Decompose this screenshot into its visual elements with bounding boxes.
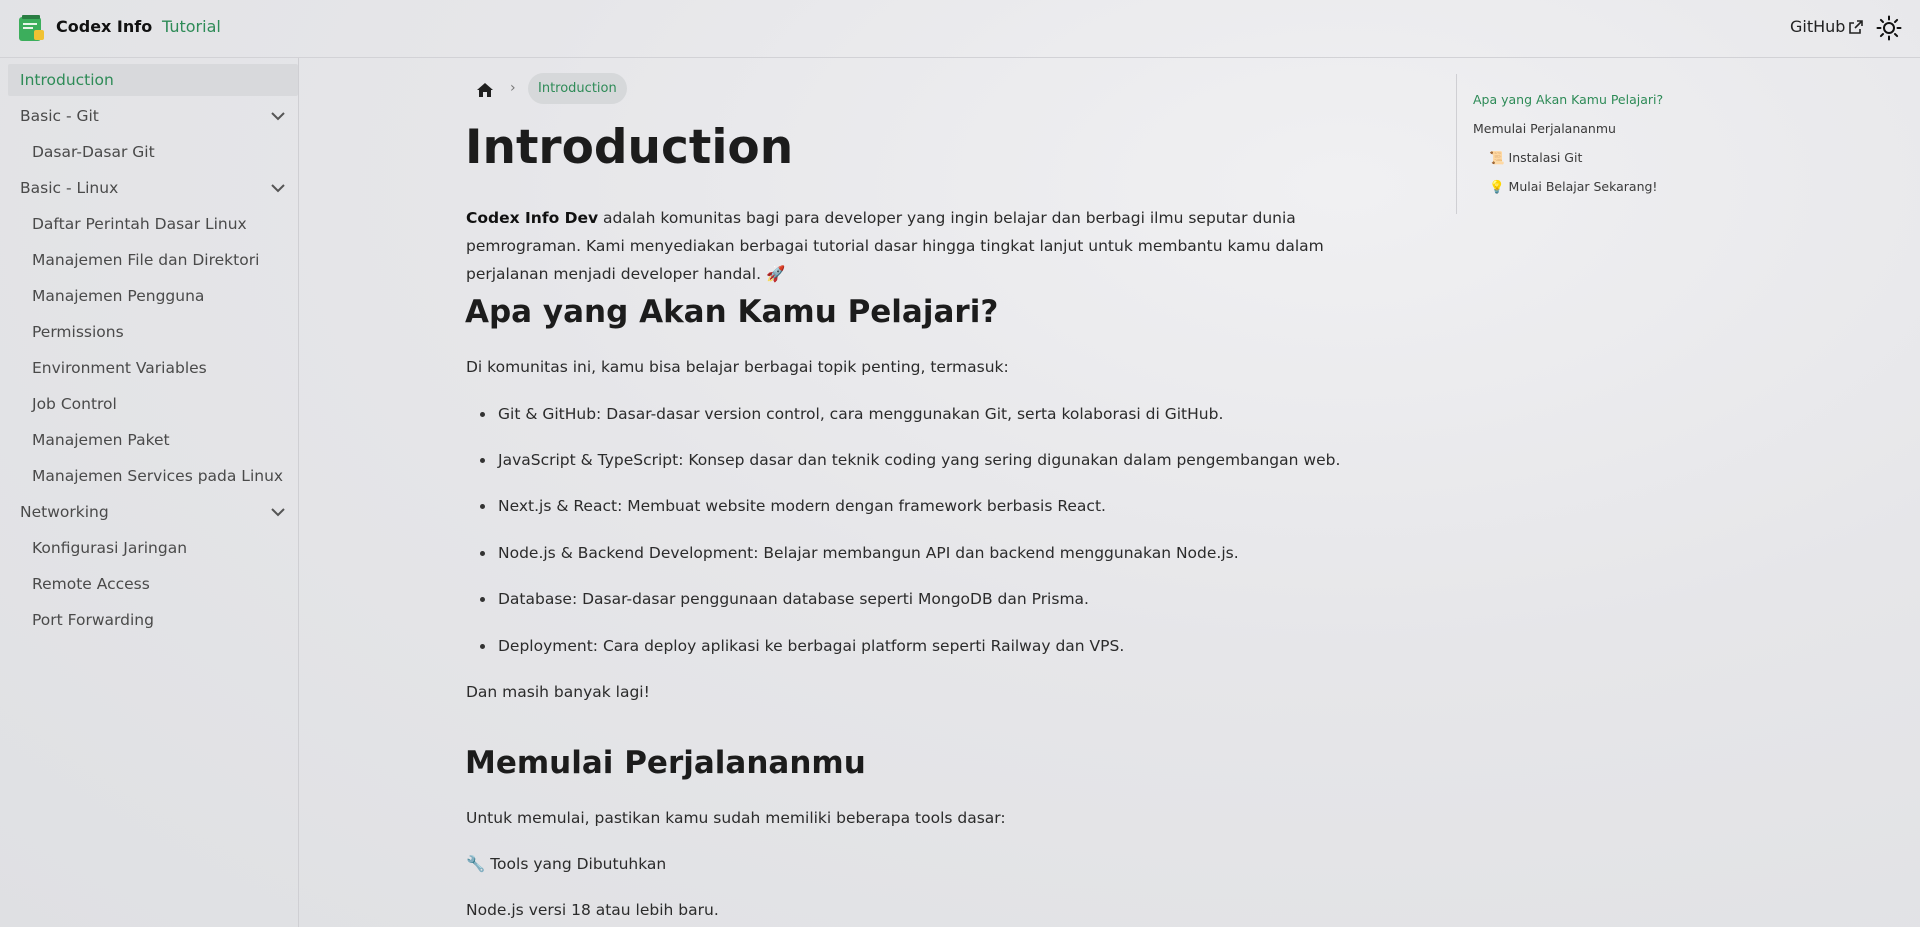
github-link[interactable]: GitHub [1790, 17, 1864, 36]
sidebar-item-label: Konfigurasi Jaringan [32, 539, 188, 557]
sidebar-item-label: Remote Access [32, 575, 150, 593]
sidebar-item-remote-access[interactable]: Remote Access [8, 568, 298, 600]
list-item: Database: Dasar-dasar penggunaan databas… [480, 590, 1089, 608]
more-text: Dan masih banyak lagi! [466, 683, 650, 701]
heading-start: Memulai Perjalananmu [465, 745, 866, 781]
sidebar-item-manajemen-paket[interactable]: Manajemen Paket [8, 424, 298, 456]
breadcrumb-separator-icon: › [510, 80, 516, 96]
sidebar-item-daftar-perintah[interactable]: Daftar Perintah Dasar Linux [8, 208, 298, 240]
sidebar-item-basic-linux[interactable]: Basic - Linux [8, 172, 298, 204]
sun-icon[interactable] [1876, 15, 1902, 41]
sidebar-item-port-forwarding[interactable]: Port Forwarding [8, 604, 298, 636]
sidebar-item-label: Permissions [32, 323, 124, 341]
sidebar-item-permissions[interactable]: Permissions [8, 316, 298, 348]
sidebar-item-manajemen-services[interactable]: Manajemen Services pada Linux [8, 460, 298, 492]
nav-tutorial-link[interactable]: Tutorial [162, 17, 221, 36]
start-intro: Untuk memulai, pastikan kamu sudah memil… [466, 809, 1006, 827]
breadcrumb-current[interactable]: Introduction [528, 73, 627, 104]
list-item: Node.js & Backend Development: Belajar m… [480, 544, 1239, 562]
sidebar-item-manajemen-file[interactable]: Manajemen File dan Direktori [8, 244, 298, 276]
list-item: Deployment: Cara deploy aplikasi ke berb… [480, 637, 1124, 655]
sidebar-item-label: Manajemen Services pada Linux [32, 467, 284, 485]
sidebar-item-label: Manajemen Paket [32, 431, 170, 449]
sidebar-item-label: Port Forwarding [32, 611, 154, 629]
codex-logo-icon[interactable] [17, 14, 47, 42]
list-item: Git & GitHub: Dasar-dasar version contro… [480, 405, 1223, 423]
brand-name[interactable]: Codex Info [56, 17, 152, 36]
sidebar-item-job-control[interactable]: Job Control [8, 388, 298, 420]
node-requirement: Node.js versi 18 atau lebih baru. [466, 901, 719, 919]
sidebar-item-basic-git[interactable]: Basic - Git [8, 100, 298, 132]
chevron-down-icon[interactable] [270, 504, 286, 520]
toc-item-mulai-belajar[interactable]: 💡 Mulai Belajar Sekarang! [1489, 179, 1657, 195]
sidebar-item-label: Basic - Git [20, 107, 99, 125]
external-link-icon [1849, 19, 1864, 34]
sidebar-item-konfigurasi-jaringan[interactable]: Konfigurasi Jaringan [8, 532, 298, 564]
sidebar-item-label: Daftar Perintah Dasar Linux [32, 215, 247, 233]
sidebar-item-label: Basic - Linux [20, 179, 119, 197]
chevron-down-icon[interactable] [270, 108, 286, 124]
sidebar-item-label: Networking [20, 503, 109, 521]
sidebar: Introduction Basic - Git Dasar-Dasar Git… [0, 58, 299, 927]
toc-item-install-git[interactable]: 📜 Instalasi Git [1489, 150, 1582, 166]
sidebar-item-introduction[interactable]: Introduction [8, 64, 298, 96]
learn-intro: Di komunitas ini, kamu bisa belajar berb… [466, 358, 1009, 376]
sidebar-item-dasar-git[interactable]: Dasar-Dasar Git [8, 136, 298, 168]
sidebar-item-label: Manajemen File dan Direktori [32, 251, 260, 269]
heading-learn: Apa yang Akan Kamu Pelajari? [465, 294, 999, 330]
intro-paragraph: Codex Info Dev adalah komunitas bagi par… [466, 204, 1396, 288]
chevron-down-icon[interactable] [270, 180, 286, 196]
list-item: Next.js & React: Membuat website modern … [480, 497, 1106, 515]
sidebar-item-label: Environment Variables [32, 359, 207, 377]
sidebar-item-manajemen-pengguna[interactable]: Manajemen Pengguna [8, 280, 298, 312]
page-title: Introduction [465, 120, 794, 175]
tools-heading: 🔧 Tools yang Dibutuhkan [466, 855, 667, 873]
toc-item-learn[interactable]: Apa yang Akan Kamu Pelajari? [1473, 92, 1663, 107]
toc-item-start[interactable]: Memulai Perjalananmu [1473, 121, 1616, 136]
sidebar-item-environment-variables[interactable]: Environment Variables [8, 352, 298, 384]
sidebar-item-networking[interactable]: Networking [8, 496, 298, 528]
list-item: JavaScript & TypeScript: Konsep dasar da… [480, 451, 1340, 469]
sidebar-item-label: Introduction [20, 71, 114, 89]
sidebar-item-label: Job Control [32, 395, 117, 413]
sidebar-item-label: Dasar-Dasar Git [32, 143, 155, 161]
top-navbar: Codex Info Tutorial GitHub [0, 0, 1920, 58]
table-of-contents: Apa yang Akan Kamu Pelajari? Memulai Per… [1456, 74, 1663, 214]
intro-bold: Codex Info Dev [466, 209, 599, 227]
sidebar-item-label: Manajemen Pengguna [32, 287, 205, 305]
github-label: GitHub [1790, 17, 1846, 36]
home-icon[interactable] [474, 79, 496, 101]
